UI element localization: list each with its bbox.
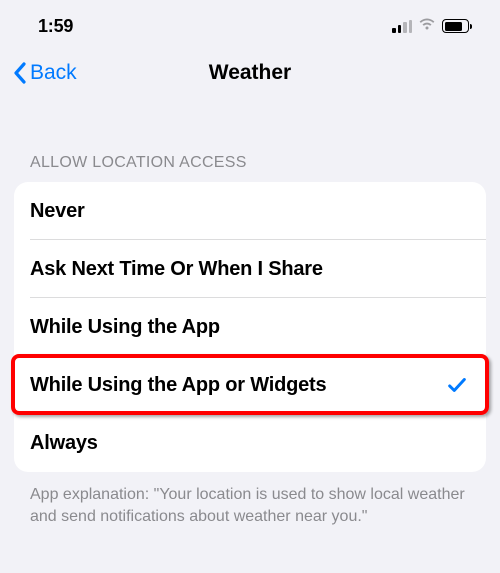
option-label: While Using the App or Widgets xyxy=(30,374,326,397)
status-icons xyxy=(392,17,472,35)
battery-icon xyxy=(442,19,472,33)
back-label: Back xyxy=(30,61,77,85)
option-always[interactable]: Always xyxy=(14,414,486,472)
section-footer: App explanation: "Your location is used … xyxy=(0,472,500,527)
option-label: Never xyxy=(30,200,85,223)
option-while-using-app[interactable]: While Using the App xyxy=(14,298,486,356)
option-ask-next-time[interactable]: Ask Next Time Or When I Share xyxy=(14,240,486,298)
wifi-icon xyxy=(418,17,436,35)
status-time: 1:59 xyxy=(38,16,73,37)
option-label: Ask Next Time Or When I Share xyxy=(30,258,323,281)
page-title: Weather xyxy=(209,61,291,85)
location-access-list: Never Ask Next Time Or When I Share Whil… xyxy=(14,182,486,472)
option-while-using-app-or-widgets[interactable]: While Using the App or Widgets xyxy=(14,356,486,414)
cellular-signal-icon xyxy=(392,20,412,33)
option-label: While Using the App xyxy=(30,316,220,339)
back-button[interactable]: Back xyxy=(12,61,77,85)
status-bar: 1:59 xyxy=(0,0,500,46)
navigation-bar: Back Weather xyxy=(0,46,500,102)
checkmark-icon xyxy=(446,374,468,396)
section-header: ALLOW LOCATION ACCESS xyxy=(0,102,500,182)
chevron-back-icon xyxy=(12,61,28,85)
option-label: Always xyxy=(30,432,98,455)
option-never[interactable]: Never xyxy=(14,182,486,240)
